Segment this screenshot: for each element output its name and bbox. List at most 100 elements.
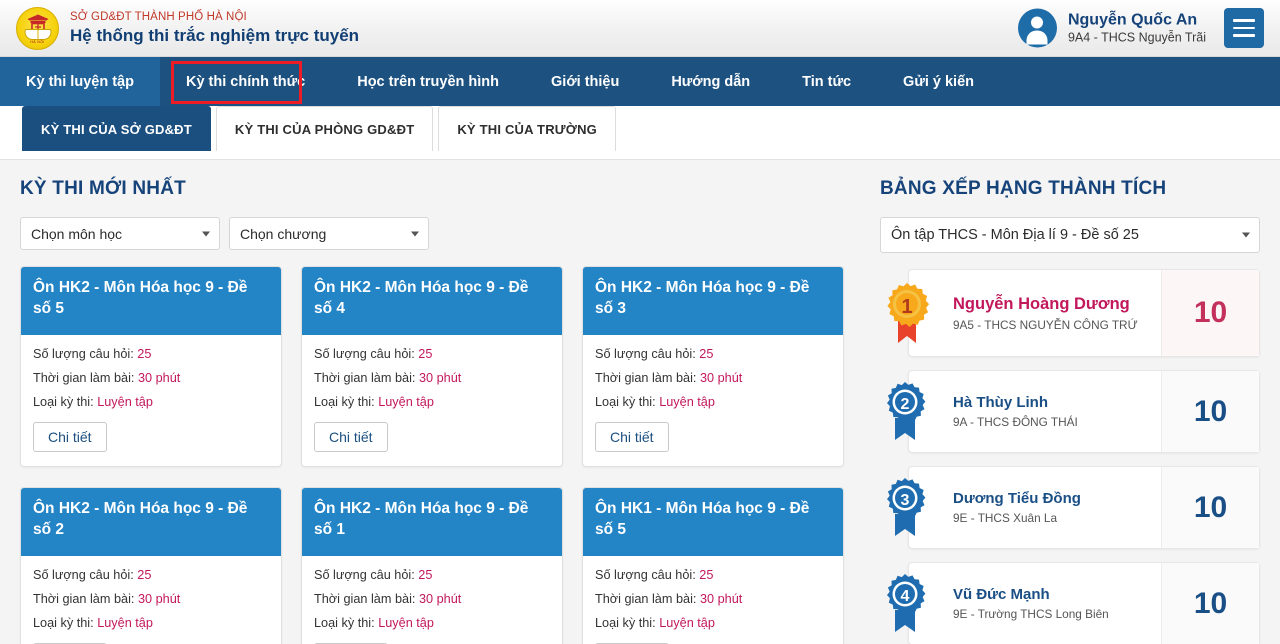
exam-filters: Chọn môn học Chọn chương	[20, 217, 848, 250]
chapter-select[interactable]: Chọn chương	[229, 217, 429, 250]
exam-type: Loại kỳ thi: Luyện tập	[595, 395, 831, 409]
leaderboard-student-school: 9E - Trường THCS Long Biên	[953, 607, 1109, 622]
exam-duration: Thời gian làm bài: 30 phút	[314, 592, 550, 606]
questions-label: Số lượng câu hỏi:	[33, 347, 134, 361]
leaderboard-row[interactable]: 1 Nguyễn Hoàng Dương 9A5 - THCS NGUYỄN C…	[887, 269, 1260, 357]
blue-medal-icon: 2	[887, 381, 926, 440]
nav-item-ky-thi-chinh-thuc[interactable]: Kỳ thi chính thức	[160, 57, 331, 106]
questions-value: 25	[418, 568, 433, 582]
exam-card-title: Ôn HK1 - Môn Hóa học 9 - Đề số 5	[583, 488, 843, 556]
nav-item-gui-y-kien[interactable]: Gửi ý kiến	[877, 57, 1000, 106]
exam-question-count: Số lượng câu hỏi: 25	[33, 347, 269, 361]
nav-item-ky-thi-luyen-tap[interactable]: Kỳ thi luyện tập	[0, 57, 160, 106]
nav-item-gioi-thieu[interactable]: Giới thiệu	[525, 57, 645, 106]
leaderboard-score: 10	[1161, 563, 1259, 644]
leaderboard-student-school: 9A - THCS ĐÔNG THÁI	[953, 415, 1078, 430]
exam-question-count: Số lượng câu hỏi: 25	[314, 568, 550, 582]
duration-value: 30 phút	[137, 592, 181, 606]
page-title: KỲ THI MỚI NHẤT	[20, 178, 186, 199]
exam-card-title: Ôn HK2 - Môn Hóa học 9 - Đề số 2	[21, 488, 281, 556]
nav-item-tin-tuc[interactable]: Tin tức	[776, 57, 877, 106]
duration-value: 30 phút	[699, 371, 743, 385]
leaderboard-exam-select[interactable]: Ôn tập THCS - Môn Địa lí 9 - Đề số 25	[880, 217, 1260, 253]
user-profile[interactable]: Nguyễn Quốc An 9A4 - THCS Nguyễn Trãi	[1017, 8, 1206, 48]
exam-card[interactable]: Ôn HK2 - Môn Hóa học 9 - Đề số 3 Số lượn…	[582, 266, 844, 467]
type-value: Luyện tập	[659, 395, 715, 409]
exam-card-title: Ôn HK2 - Môn Hóa học 9 - Đề số 4	[302, 267, 562, 335]
chapter-select-value: Chọn chương	[240, 225, 327, 242]
tab-ky-thi-cua-truong[interactable]: KỲ THI CỦA TRƯỜNG	[438, 106, 616, 151]
latest-exams-section: KỲ THI MỚI NHẤT Chọn môn học Chọn chương…	[0, 160, 868, 644]
leaderboard-list: 1 Nguyễn Hoàng Dương 9A5 - THCS NGUYỄN C…	[880, 269, 1260, 644]
exam-card[interactable]: Ôn HK2 - Môn Hóa học 9 - Đề số 4 Số lượn…	[301, 266, 563, 467]
type-label: Loại kỳ thi:	[314, 395, 375, 409]
exam-type: Loại kỳ thi: Luyện tập	[314, 616, 550, 630]
detail-button[interactable]: Chi tiết	[33, 422, 107, 452]
exam-card[interactable]: Ôn HK1 - Môn Hóa học 9 - Đề số 5 Số lượn…	[582, 487, 844, 644]
exam-card-title: Ôn HK2 - Môn Hóa học 9 - Đề số 3	[583, 267, 843, 335]
exam-type: Loại kỳ thi: Luyện tập	[33, 395, 269, 409]
exam-question-count: Số lượng câu hỏi: 25	[595, 347, 831, 361]
leaderboard-score: 10	[1161, 371, 1259, 452]
tab-ky-thi-cua-so[interactable]: KỲ THI CỦA SỞ GD&ĐT	[22, 106, 211, 151]
exam-question-count: Số lượng câu hỏi: 25	[33, 568, 269, 582]
menu-bar-3	[1233, 34, 1255, 37]
svg-text:2: 2	[901, 396, 910, 413]
leaderboard-row[interactable]: 4 Vũ Đức Mạnh 9E - Trường THCS Long Biên…	[887, 562, 1260, 644]
chevron-down-icon	[1242, 232, 1250, 238]
leaderboard-student-name: Vũ Đức Mạnh	[953, 585, 1050, 603]
type-label: Loại kỳ thi:	[314, 616, 375, 630]
type-value: Luyện tập	[659, 616, 715, 630]
user-avatar-icon	[1017, 8, 1057, 48]
hamburger-menu-icon[interactable]	[1224, 8, 1264, 48]
type-value: Luyện tập	[378, 395, 434, 409]
type-label: Loại kỳ thi:	[33, 395, 94, 409]
exam-card[interactable]: Ôn HK2 - Môn Hóa học 9 - Đề số 1 Số lượn…	[301, 487, 563, 644]
exam-card-title: Ôn HK2 - Môn Hóa học 9 - Đề số 1	[302, 488, 562, 556]
detail-button[interactable]: Chi tiết	[595, 422, 669, 452]
questions-label: Số lượng câu hỏi:	[314, 568, 415, 582]
questions-label: Số lượng câu hỏi:	[314, 347, 415, 361]
svg-text:3: 3	[901, 492, 910, 509]
main-content: KỲ THI MỚI NHẤT Chọn môn học Chọn chương…	[0, 160, 1280, 644]
leaderboard-student-name: Nguyễn Hoàng Dương	[953, 295, 1130, 314]
emblem-band: HÀ NỘI	[30, 39, 45, 44]
subject-select[interactable]: Chọn môn học	[20, 217, 220, 250]
svg-text:1: 1	[901, 296, 912, 318]
type-value: Luyện tập	[378, 616, 434, 630]
detail-button[interactable]: Chi tiết	[314, 422, 388, 452]
exam-duration: Thời gian làm bài: 30 phút	[314, 371, 550, 385]
blue-medal-icon: 3	[887, 477, 926, 536]
questions-value: 25	[418, 347, 433, 361]
exam-card-title: Ôn HK2 - Môn Hóa học 9 - Đề số 5	[21, 267, 281, 335]
leaderboard-student-school: 9E - THCS Xuân La	[953, 511, 1058, 526]
exam-card-grid: Ôn HK2 - Môn Hóa học 9 - Đề số 5 Số lượn…	[20, 266, 848, 644]
nav-item-hoc-tren-truyen-hinh[interactable]: Học trên truyền hình	[331, 57, 525, 106]
questions-value: 25	[699, 568, 714, 582]
user-name: Nguyễn Quốc An	[1067, 11, 1198, 29]
duration-label: Thời gian làm bài:	[595, 371, 697, 385]
tab-ky-thi-cua-phong[interactable]: KỲ THI CỦA PHÒNG GD&ĐT	[215, 106, 434, 151]
exam-duration: Thời gian làm bài: 30 phút	[33, 371, 269, 385]
system-title: Hệ thống thi trắc nghiệm trực tuyến	[70, 25, 360, 45]
menu-bar-2	[1233, 26, 1255, 30]
hanoi-education-emblem-icon: HÀ NỘI	[16, 6, 59, 50]
duration-label: Thời gian làm bài:	[314, 592, 416, 606]
questions-label: Số lượng câu hỏi:	[595, 347, 696, 361]
brand[interactable]: HÀ NỘI SỞ GD&ĐT THÀNH PHỐ HÀ NỘI Hệ thốn…	[16, 6, 360, 50]
duration-label: Thời gian làm bài:	[595, 592, 697, 606]
type-value: Luyện tập	[97, 395, 153, 409]
duration-label: Thời gian làm bài:	[314, 371, 416, 385]
nav-item-huong-dan[interactable]: Hướng dẫn	[645, 57, 776, 106]
gold-medal-icon: 1	[887, 283, 930, 343]
chevron-down-icon	[411, 231, 419, 236]
leaderboard-row[interactable]: 2 Hà Thùy Linh 9A - THCS ĐÔNG THÁI 10	[887, 370, 1260, 453]
exam-type: Loại kỳ thi: Luyện tập	[33, 616, 269, 630]
leaderboard-row[interactable]: 3 Dương Tiểu Đồng 9E - THCS Xuân La 10	[887, 466, 1260, 549]
exam-type: Loại kỳ thi: Luyện tập	[314, 395, 550, 409]
exam-duration: Thời gian làm bài: 30 phút	[595, 371, 831, 385]
exam-card[interactable]: Ôn HK2 - Môn Hóa học 9 - Đề số 2 Số lượn…	[20, 487, 282, 644]
subject-select-value: Chọn môn học	[31, 225, 123, 242]
type-label: Loại kỳ thi:	[595, 395, 656, 409]
exam-card[interactable]: Ôn HK2 - Môn Hóa học 9 - Đề số 5 Số lượn…	[20, 266, 282, 467]
